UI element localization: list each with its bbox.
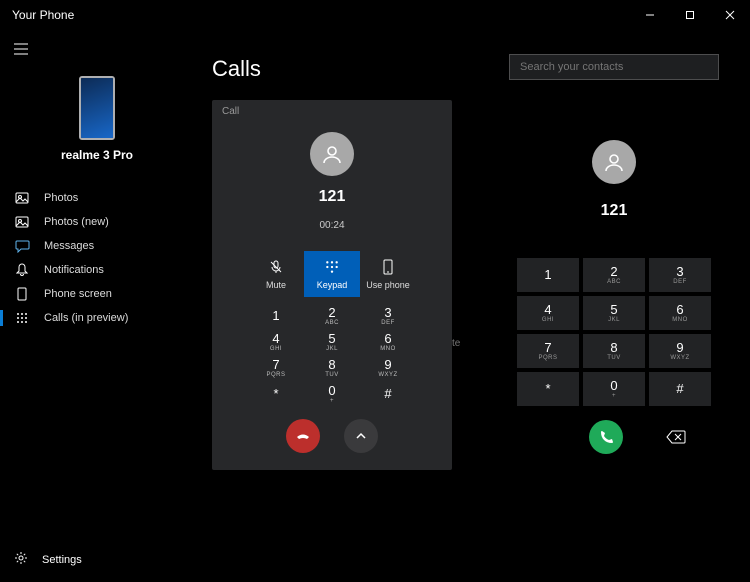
collapse-button[interactable]	[344, 419, 378, 453]
key-1[interactable]: 1	[517, 258, 579, 292]
hangup-button[interactable]	[286, 419, 320, 453]
key-5[interactable]: 5JKL	[583, 296, 645, 330]
mute-button[interactable]: Mute	[248, 251, 304, 297]
call-number: 121	[319, 188, 346, 206]
action-label: Use phone	[366, 280, 410, 290]
key-0[interactable]: 0+	[304, 381, 360, 407]
dialpad-icon	[14, 310, 30, 326]
main-content: Calls Call 121 00:24 Mute Keypad	[194, 30, 750, 582]
bell-icon	[14, 262, 30, 278]
key-2[interactable]: 2ABC	[304, 303, 360, 329]
key-4[interactable]: 4GHI	[248, 329, 304, 355]
page-title: Calls	[212, 56, 490, 82]
key-1[interactable]: 1	[248, 303, 304, 329]
key-*[interactable]: *	[248, 381, 304, 407]
dialed-number: 121	[601, 202, 628, 220]
hamburger-button[interactable]	[6, 34, 36, 64]
key-7[interactable]: 7PQRS	[517, 334, 579, 368]
nav-label: Notifications	[44, 264, 104, 276]
nav-label: Calls (in preview)	[44, 312, 128, 324]
active-call-card: Call 121 00:24 Mute Keypad	[212, 100, 452, 470]
key-3[interactable]: 3DEF	[360, 303, 416, 329]
key-7[interactable]: 7PQRS	[248, 355, 304, 381]
dialpad-icon	[323, 258, 341, 276]
search-input[interactable]	[509, 54, 719, 80]
call-keypad: 12ABC3DEF 4GHI5JKL6MNO 7PQRS8TUV9WXYZ *0+#	[248, 303, 416, 407]
backspace-button[interactable]	[665, 426, 687, 448]
nav-settings[interactable]: Settings	[0, 537, 194, 582]
mute-icon	[267, 258, 285, 276]
key-9[interactable]: 9WXYZ	[649, 334, 711, 368]
settings-label: Settings	[42, 554, 82, 566]
nav-list: Photos Photos (new) Messages Notificatio…	[0, 186, 194, 330]
key-4[interactable]: 4GHI	[517, 296, 579, 330]
minimize-button[interactable]	[630, 0, 670, 30]
nav-label: Phone screen	[44, 288, 112, 300]
key-0[interactable]: 0+	[583, 372, 645, 406]
key-5[interactable]: 5JKL	[304, 329, 360, 355]
key-3[interactable]: 3DEF	[649, 258, 711, 292]
maximize-button[interactable]	[670, 0, 710, 30]
gear-icon	[14, 551, 28, 568]
nav-label: Photos (new)	[44, 216, 109, 228]
avatar-icon	[592, 140, 636, 184]
key-*[interactable]: *	[517, 372, 579, 406]
use-phone-button[interactable]: Use phone	[360, 251, 416, 297]
nav-photos-new[interactable]: Photos (new)	[0, 210, 194, 234]
nav-calls[interactable]: Calls (in preview)	[0, 306, 194, 330]
call-label: Call	[222, 106, 239, 117]
nav-photos[interactable]: Photos	[0, 186, 194, 210]
key-8[interactable]: 8TUV	[583, 334, 645, 368]
window-controls	[630, 0, 750, 30]
nav-label: Photos	[44, 192, 78, 204]
titlebar: Your Phone	[0, 0, 750, 30]
nav-notifications[interactable]: Notifications	[0, 258, 194, 282]
phone-thumbnail[interactable]	[79, 76, 115, 140]
phone-device-icon	[379, 258, 397, 276]
action-label: Keypad	[317, 280, 348, 290]
key-2[interactable]: 2ABC	[583, 258, 645, 292]
key-#[interactable]: #	[360, 381, 416, 407]
nav-phone-screen[interactable]: Phone screen	[0, 282, 194, 306]
call-button[interactable]	[589, 420, 623, 454]
phone-screen-icon	[14, 286, 30, 302]
app-title: Your Phone	[12, 8, 74, 22]
key-6[interactable]: 6MNO	[360, 329, 416, 355]
stray-text: te	[452, 338, 460, 349]
action-label: Mute	[266, 280, 286, 290]
key-9[interactable]: 9WXYZ	[360, 355, 416, 381]
avatar-icon	[310, 132, 354, 176]
keypad-button[interactable]: Keypad	[304, 251, 360, 297]
sidebar: realme 3 Pro Photos Photos (new) Message…	[0, 30, 194, 582]
nav-label: Messages	[44, 240, 94, 252]
close-button[interactable]	[710, 0, 750, 30]
photo-icon	[14, 214, 30, 230]
phone-name: realme 3 Pro	[61, 148, 133, 162]
key-8[interactable]: 8TUV	[304, 355, 360, 381]
key-#[interactable]: #	[649, 372, 711, 406]
key-6[interactable]: 6MNO	[649, 296, 711, 330]
dialer-keypad: 12ABC3DEF 4GHI5JKL6MNO 7PQRS8TUV9WXYZ *0+#	[517, 258, 711, 406]
call-duration: 00:24	[319, 220, 344, 231]
nav-messages[interactable]: Messages	[0, 234, 194, 258]
photo-icon	[14, 190, 30, 206]
chat-icon	[14, 238, 30, 254]
